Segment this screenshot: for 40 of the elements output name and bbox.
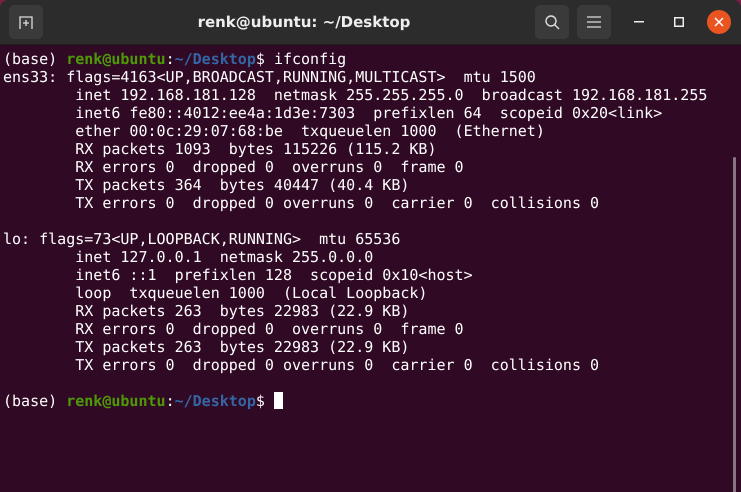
prompt-path: ~/Desktop <box>174 392 256 410</box>
output-line: RX errors 0 dropped 0 overruns 0 frame 0 <box>74 158 465 176</box>
output-line: RX packets 263 bytes 22983 (22.9 KB) <box>74 302 410 320</box>
menu-icon <box>587 16 601 28</box>
new-tab-icon <box>18 14 34 30</box>
new-tab-button[interactable] <box>9 5 43 39</box>
output-line: inet6 fe80::4012:ee4a:1d3e:7303 prefixlen 64 scopeid 0x20<link> <box>74 104 664 122</box>
output-line: lo: flags=73<UP,LOOPBACK,RUNNING> mtu 65536 <box>3 230 402 248</box>
output-line: loop txqueuelen 1000 (Local Loopback) <box>74 284 428 302</box>
prompt-user-host: renk@ubuntu <box>66 392 166 410</box>
close-icon <box>714 17 724 27</box>
output-line: TX packets 263 bytes 22983 (22.9 KB) <box>74 338 410 356</box>
close-button[interactable] <box>707 10 731 34</box>
command-text: ifconfig <box>274 50 346 68</box>
scrollbar[interactable] <box>733 157 736 492</box>
search-icon <box>544 14 560 30</box>
minimize-icon <box>634 21 644 23</box>
maximize-icon <box>674 17 684 27</box>
output-line: inet6 ::1 prefixlen 128 scopeid 0x10<host> <box>74 266 474 284</box>
output-line: ens33: flags=4163<UP,BROADCAST,RUNNING,MULTICAST> mtu 1500 <box>3 68 537 86</box>
output-line: RX packets 1093 bytes 115226 (115.2 KB) <box>74 140 438 158</box>
prompt-separator: : <box>166 392 175 410</box>
output-line: RX errors 0 dropped 0 overruns 0 frame 0 <box>74 320 465 338</box>
prompt-env: (base) <box>3 392 58 410</box>
text-cursor <box>274 392 283 409</box>
menu-button[interactable] <box>577 5 611 39</box>
prompt-sigil: $ <box>256 50 265 68</box>
prompt-separator: : <box>166 50 175 68</box>
output-line: ether 00:0c:29:07:68:be txqueuelen 1000 (Ethernet) <box>74 122 546 140</box>
output-line: TX errors 0 dropped 0 overruns 0 carrier 0 collisions 0 <box>74 194 600 212</box>
window-title: renk@ubuntu: ~/Desktop <box>196 13 412 31</box>
prompt-env: (base) <box>3 50 58 68</box>
output-line: TX packets 364 bytes 40447 (40.4 KB) <box>74 176 410 194</box>
output-line: inet 127.0.0.1 netmask 255.0.0.0 <box>74 248 374 266</box>
prompt-user-host: renk@ubuntu <box>66 50 166 68</box>
output-line: inet 192.168.181.128 netmask 255.255.255.0 broadcast 192.168.181.255 <box>74 86 708 104</box>
prompt-sigil: $ <box>256 392 265 410</box>
prompt-path: ~/Desktop <box>174 50 256 68</box>
output-line: TX errors 0 dropped 0 overruns 0 carrier 0 collisions 0 <box>74 356 600 374</box>
search-button[interactable] <box>535 5 569 39</box>
